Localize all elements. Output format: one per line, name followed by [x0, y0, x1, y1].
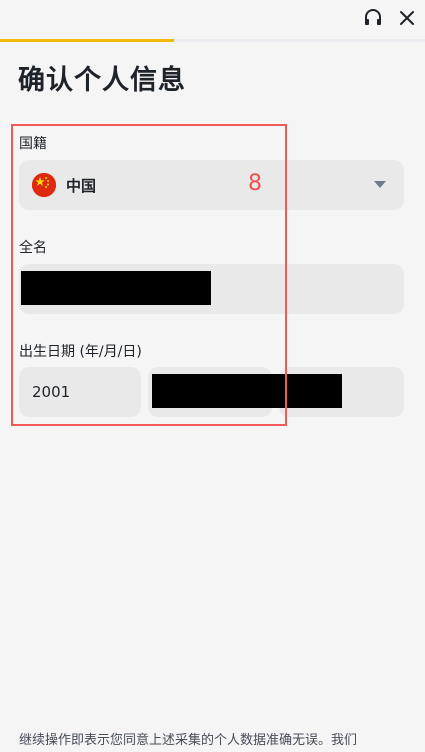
headset-icon[interactable]: [361, 6, 385, 30]
progress-bar: [0, 39, 425, 42]
page-title: 确认个人信息: [18, 65, 186, 96]
highlight-box: [11, 124, 287, 426]
top-bar: [0, 0, 425, 42]
progress-bar-fill: [0, 39, 175, 42]
footer-disclaimer: 继续操作即表示您同意上述采集的个人数据准确无误。我们: [19, 733, 358, 748]
chevron-down-icon: [374, 181, 386, 188]
close-icon[interactable]: [395, 6, 419, 30]
